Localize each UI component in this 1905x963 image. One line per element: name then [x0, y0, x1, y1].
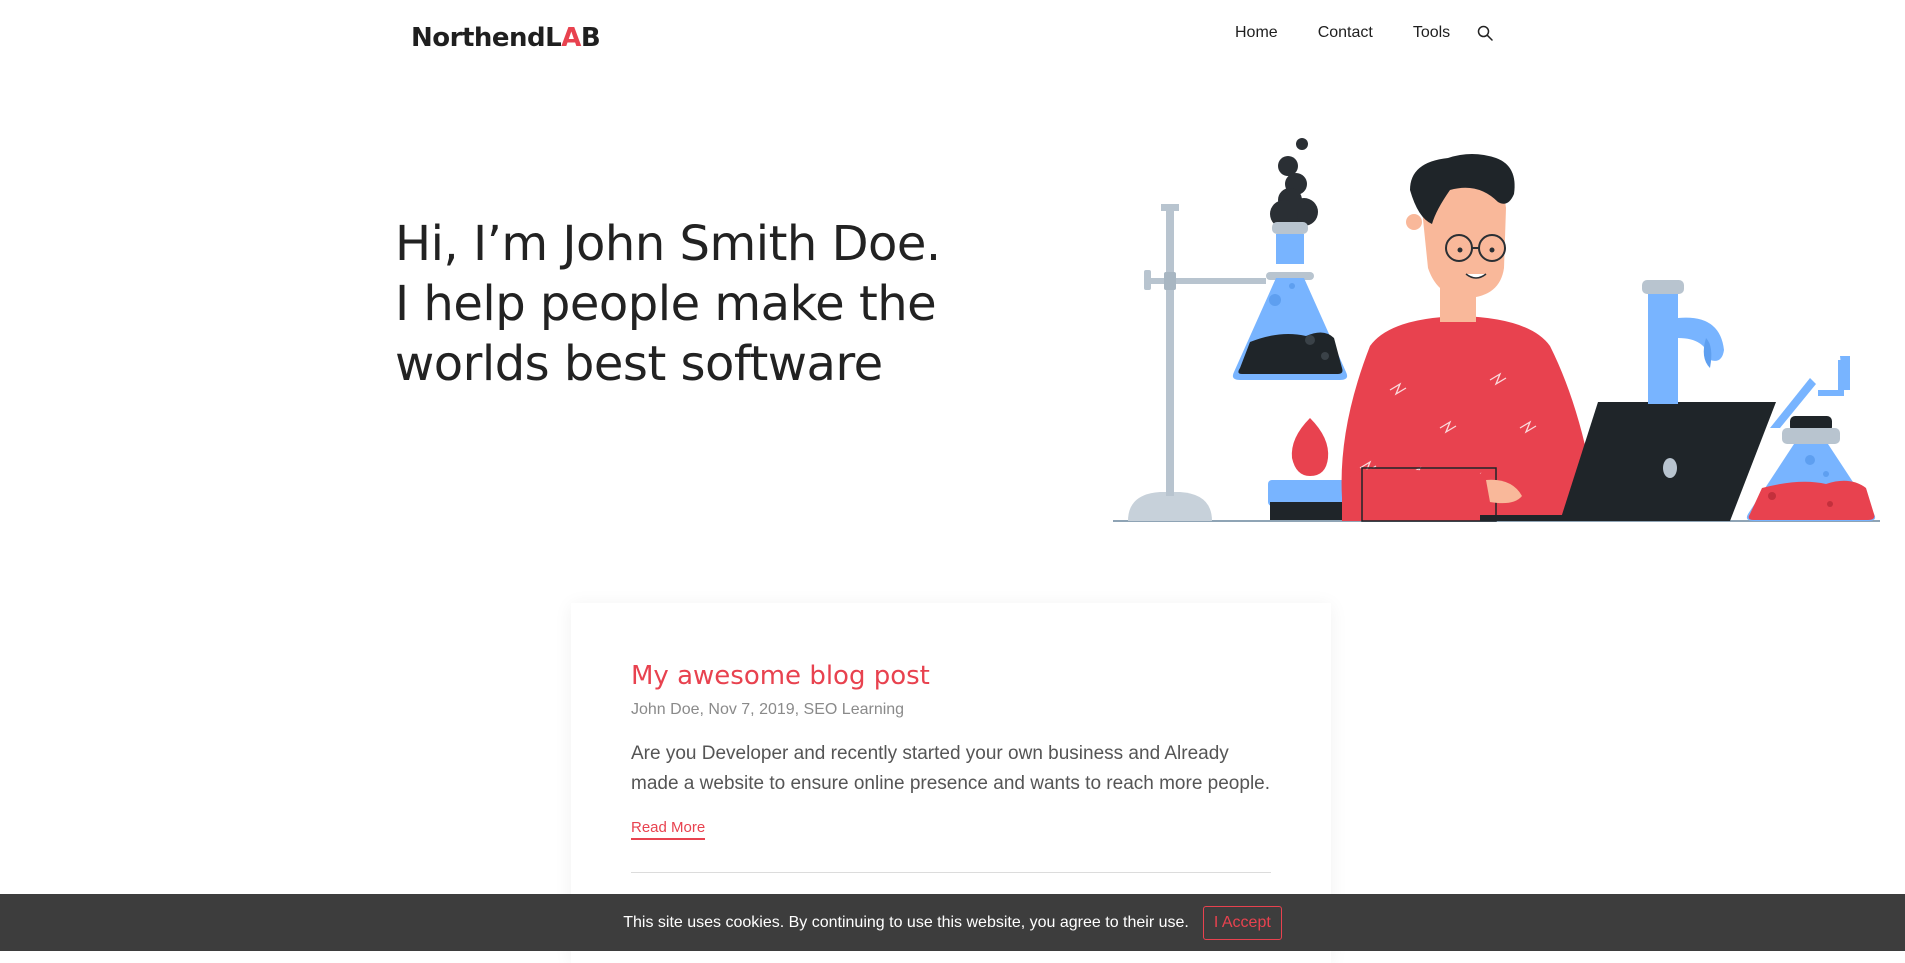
hero-illustration [1113, 138, 1880, 522]
hero-line-3: worlds best software [395, 336, 883, 392]
divider [631, 872, 1271, 873]
logo-flask-a: A [561, 23, 581, 53]
nav-home[interactable]: Home [1215, 22, 1298, 44]
post-excerpt: Are you Developer and recently started y… [631, 743, 1271, 794]
red-flask-icon [1746, 356, 1876, 521]
logo-text-b: B [580, 23, 601, 53]
cookie-message: This site uses cookies. By continuing to… [623, 913, 1189, 931]
smoke-icon [1270, 138, 1318, 228]
cookie-banner: This site uses cookies. By continuing to… [0, 894, 1905, 951]
nav-tools[interactable]: Tools [1393, 22, 1470, 44]
search-icon[interactable] [1474, 22, 1496, 44]
main-nav: Home Contact Tools [1215, 22, 1496, 44]
blue-flask-icon [1232, 222, 1348, 380]
post-title-link[interactable]: My awesome blog post [631, 661, 930, 691]
hero-heading: Hi, I’m John Smith Doe. I help people ma… [395, 214, 1015, 394]
accept-cookies-button[interactable]: I Accept [1202, 905, 1282, 940]
site-logo[interactable]: Northend L A B [411, 18, 601, 58]
post-meta: John Doe, Nov 7, 2019, SEO Learning [631, 701, 905, 718]
logo-text-northend: Northend [411, 23, 546, 53]
hero-line-1: Hi, I’m John Smith Doe. [395, 216, 941, 272]
scientist-icon [1341, 154, 1590, 522]
test-tube-icon [1642, 280, 1724, 404]
logo-text-l: L [545, 23, 562, 53]
nav-contact[interactable]: Contact [1298, 22, 1393, 44]
hero-line-2: I help people make the [395, 276, 937, 332]
read-more-link[interactable]: Read More [631, 819, 706, 840]
